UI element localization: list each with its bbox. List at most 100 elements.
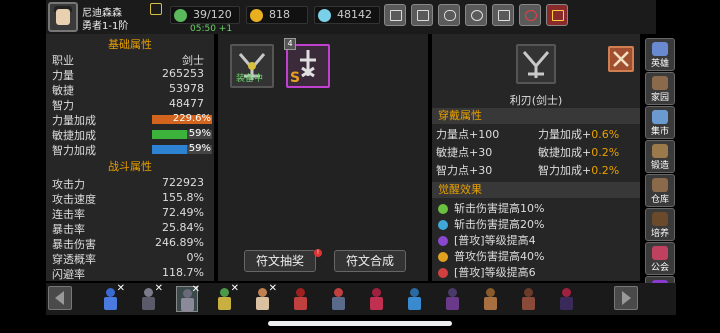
side-menu-hero[interactable]: 英雄 [645, 38, 675, 71]
hero-portrait[interactable] [442, 286, 464, 312]
hero-portrait[interactable] [556, 286, 578, 312]
stat-value: 0.2% [591, 146, 620, 159]
hero-body [142, 297, 155, 310]
hero-icon [652, 42, 668, 56]
side-menu-warehouse[interactable]: 仓库 [645, 174, 675, 207]
rune-compose-button[interactable]: 符文合成 [334, 250, 406, 272]
strength-bonus-row: 力量加成 229.6% [52, 112, 212, 127]
equipped-rune-slot[interactable]: 装备中 [230, 44, 274, 88]
side-menu-guild[interactable]: 公会 [645, 242, 675, 275]
edit-icon[interactable] [150, 3, 162, 15]
hero-head [448, 288, 457, 297]
hero-head [410, 288, 419, 297]
hero-head [562, 288, 571, 297]
combat-stat-row: 连击率 72.49% [52, 206, 208, 221]
hero-head [220, 288, 229, 297]
market-icon [652, 110, 668, 124]
effect-dot-icon [438, 268, 448, 278]
player-avatar[interactable] [48, 2, 78, 32]
hero-portrait[interactable]: ✕ [138, 283, 163, 312]
selected-rune-slot [516, 44, 556, 84]
energy-icon [174, 9, 187, 22]
equipped-label: 装备中 [236, 74, 264, 84]
row-value: 剑士 [182, 54, 204, 67]
hero-body [218, 297, 231, 310]
mail-button[interactable] [411, 4, 433, 26]
shop-button[interactable] [384, 4, 406, 26]
stat-value: 30 [478, 164, 493, 177]
side-menu-label: 仓库 [650, 195, 669, 205]
close-button[interactable] [608, 46, 634, 72]
side-menu-label: 集市 [650, 127, 669, 137]
bar-fill [152, 145, 188, 154]
hero-portrait[interactable] [518, 286, 540, 312]
hero-portrait[interactable]: ✕ [176, 284, 200, 312]
settings-button[interactable] [465, 4, 487, 26]
hero-portrait[interactable] [290, 286, 312, 312]
hero-portrait[interactable] [480, 286, 502, 312]
gamepad-icon [444, 10, 456, 21]
bar-fill [152, 130, 188, 139]
forge-icon [652, 144, 668, 158]
bar-percent: 59% [188, 143, 211, 154]
previous-page-button[interactable] [48, 286, 72, 310]
hero-head [486, 288, 495, 297]
hero-body [522, 297, 535, 310]
hero-portrait[interactable]: ✕ [252, 283, 277, 312]
hero-body [181, 298, 194, 311]
stat-label: 智力加成+ [538, 164, 592, 177]
hero-equipped-mark: ✕ [230, 283, 239, 294]
hero-equipped-mark: ✕ [191, 284, 200, 295]
side-menu-train[interactable]: 培养 [645, 208, 675, 241]
effect-dot-icon [438, 252, 448, 262]
combat-stat-row: 暴击伤害 246.89% [52, 236, 208, 251]
stat-label: 智力点+ [436, 164, 479, 177]
wear-stat-right: 敏捷加成+0.2% [538, 144, 619, 160]
row-label: 穿透概率 [52, 253, 96, 266]
notice-button[interactable] [546, 4, 568, 26]
rune-draw-button[interactable]: 符文抽奖 [244, 250, 316, 272]
side-menu-home[interactable]: 家园 [645, 72, 675, 105]
awaken-effect-row: 普攻伤害提高40% [438, 248, 544, 264]
hero-portrait[interactable] [328, 286, 350, 312]
gift-icon [498, 10, 510, 21]
event-button[interactable] [519, 4, 541, 26]
gold-coin-icon [250, 9, 263, 22]
player-rank: 勇者1-1阶 [82, 21, 129, 32]
row-label: 连击率 [52, 208, 85, 221]
stat-label: 敏捷加成+ [538, 146, 592, 159]
hero-portrait[interactable]: ✕ [100, 283, 125, 312]
gold-counter: 818 [246, 6, 308, 24]
row-label: 暴击率 [52, 223, 85, 236]
hero-head [144, 288, 153, 297]
next-page-button[interactable] [614, 286, 638, 310]
row-label: 职业 [52, 54, 74, 67]
rune-panel: 装备中 S 4 符文抽奖 ! 符文合成 [218, 34, 428, 281]
gamepad-button[interactable] [438, 4, 460, 26]
train-icon [652, 212, 668, 226]
class-row: 职业 剑士 [52, 52, 208, 67]
gift-button[interactable] [492, 4, 514, 26]
row-label: 敏捷加成 [52, 129, 96, 142]
side-menu-forge[interactable]: 锻造 [645, 140, 675, 173]
row-label: 智力加成 [52, 144, 96, 157]
rune-count-badge: 4 [284, 38, 296, 50]
intellect-bonus-row: 智力加成 59% [52, 142, 212, 157]
guild-icon [652, 246, 668, 260]
awaken-effect-row: 斩击伤害提高10% [438, 200, 544, 216]
wear-attributes-title: 穿戴属性 [432, 108, 640, 124]
energy-value: 39/120 [193, 8, 232, 21]
bar-percent: 229.6% [172, 113, 211, 124]
combat-stat-row: 暴击率 25.84% [52, 221, 208, 236]
diamond-icon [318, 9, 331, 22]
s-rank-rune-slot[interactable]: S [286, 44, 330, 88]
effect-text: 普攻伤害提高40% [454, 250, 545, 263]
hero-portrait[interactable]: ✕ [214, 283, 239, 312]
notice-icon [552, 10, 564, 21]
hero-portrait[interactable] [404, 286, 426, 312]
wear-stat-left: 力量点+100 [436, 126, 499, 142]
row-label: 力量 [52, 69, 74, 82]
row-value: 48477 [169, 97, 204, 110]
hero-portrait[interactable] [366, 286, 388, 312]
side-menu-market[interactable]: 集市 [645, 106, 675, 139]
